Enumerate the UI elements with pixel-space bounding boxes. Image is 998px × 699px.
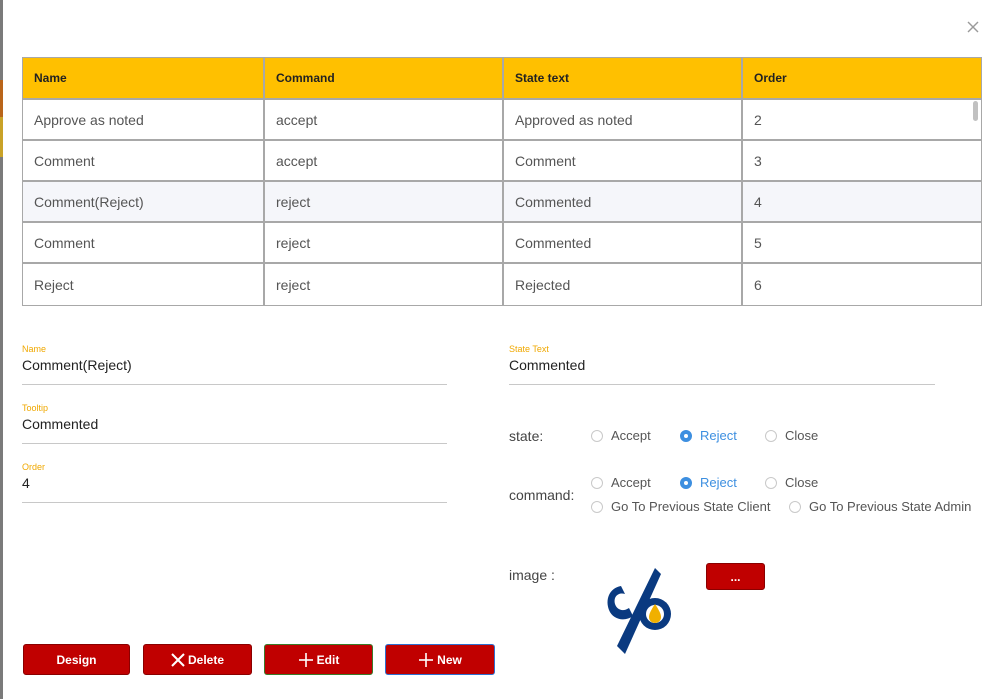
edit-button-label: Edit <box>316 652 340 667</box>
table-cell: 6 <box>754 276 762 293</box>
radio-label: Go To Previous State Admin <box>809 499 972 514</box>
table-cell: Rejected <box>504 264 743 305</box>
radio-label: Reject <box>700 475 737 490</box>
company-logo <box>603 566 675 656</box>
close-icon[interactable] <box>964 18 982 36</box>
state-label: state: <box>509 428 544 444</box>
radio-icon <box>765 476 777 489</box>
radio-selected-icon <box>680 429 692 442</box>
radio-icon <box>765 429 777 442</box>
table-cell: Comment <box>504 141 743 180</box>
radio-icon <box>591 500 603 513</box>
name-field-label: Name <box>22 344 47 354</box>
table-cell: accept <box>265 141 504 180</box>
radio-label: Close <box>785 428 819 443</box>
column-header-order[interactable]: Order <box>743 58 981 98</box>
name-field-value[interactable]: Comment(Reject) <box>22 357 447 373</box>
column-header-state-text[interactable]: State text <box>504 58 743 98</box>
edit-button[interactable]: Edit <box>264 644 373 675</box>
state-radio-close[interactable]: Close <box>765 428 818 443</box>
order-field[interactable]: Order 4 <box>22 462 447 503</box>
design-button[interactable]: Design <box>23 644 130 675</box>
table-cell: 5 <box>754 234 762 251</box>
order-field-label: Order <box>22 462 46 472</box>
table-cell: 3 <box>754 152 762 169</box>
new-button[interactable]: New <box>385 644 495 675</box>
command-label: command: <box>509 487 575 503</box>
command-radio-previous-admin[interactable]: Go To Previous State Admin <box>789 499 971 514</box>
x-icon <box>171 652 185 667</box>
table-cell: reject <box>265 264 504 305</box>
state-text-field-label: State Text <box>509 344 549 354</box>
state-radio-accept[interactable]: Accept <box>591 428 651 443</box>
table-cell: Comment <box>23 223 265 262</box>
plus-icon <box>419 652 434 667</box>
command-radio-previous-client[interactable]: Go To Previous State Client <box>591 499 770 514</box>
underlying-window-edge-accent <box>0 80 3 117</box>
radio-icon <box>789 500 801 513</box>
browse-image-button[interactable]: ... <box>706 563 765 590</box>
table-cell: Reject <box>23 264 265 305</box>
underlying-window-edge-accent <box>0 117 3 157</box>
name-field[interactable]: Name Comment(Reject) <box>22 344 447 385</box>
states-table: Name Command State text Order Approve as… <box>22 57 982 306</box>
tooltip-field-value[interactable]: Commented <box>22 416 447 432</box>
table-cell: reject <box>265 223 504 262</box>
table-row[interactable]: Approve as noted accept Approved as note… <box>23 100 981 141</box>
radio-label: Accept <box>611 475 651 490</box>
design-button-label: Design <box>56 652 97 667</box>
radio-label: Go To Previous State Client <box>611 499 771 514</box>
table-cell: Approve as noted <box>23 100 265 139</box>
table-cell: Commented <box>504 223 743 262</box>
table-row[interactable]: Reject reject Rejected 6 <box>23 264 981 305</box>
radio-label: Close <box>785 475 819 490</box>
command-radio-close[interactable]: Close <box>765 475 818 490</box>
table-cell: 2 <box>754 111 762 128</box>
table-header: Name Command State text Order <box>23 58 981 100</box>
tooltip-field[interactable]: Tooltip Commented <box>22 403 447 444</box>
table-row-selected[interactable]: Comment(Reject) reject Commented 4 <box>23 182 981 223</box>
table-cell: accept <box>265 100 504 139</box>
radio-label: Accept <box>611 428 651 443</box>
table-cell: Approved as noted <box>504 100 743 139</box>
column-header-command[interactable]: Command <box>265 58 504 98</box>
table-scrollbar-thumb[interactable] <box>973 101 978 121</box>
table-cell: Comment <box>23 141 265 180</box>
table-cell: Commented <box>504 182 743 221</box>
order-field-value[interactable]: 4 <box>22 475 447 491</box>
radio-icon <box>591 429 603 442</box>
column-header-name[interactable]: Name <box>23 58 265 98</box>
command-radio-reject[interactable]: Reject <box>680 475 737 490</box>
table-row[interactable]: Comment reject Commented 5 <box>23 223 981 264</box>
plus-icon <box>298 652 313 667</box>
table-cell: reject <box>265 182 504 221</box>
state-text-field-value[interactable]: Commented <box>509 357 935 373</box>
radio-icon <box>591 476 603 489</box>
delete-button[interactable]: Delete <box>143 644 252 675</box>
table-cell: Comment(Reject) <box>23 182 265 221</box>
table-cell: 4 <box>754 193 762 210</box>
radio-selected-icon <box>680 476 692 489</box>
table-row[interactable]: Comment accept Comment 3 <box>23 141 981 182</box>
image-label: image : <box>509 567 555 583</box>
tooltip-field-label: Tooltip <box>22 403 49 413</box>
command-radio-accept[interactable]: Accept <box>591 475 651 490</box>
radio-label: Reject <box>700 428 737 443</box>
state-radio-reject[interactable]: Reject <box>680 428 737 443</box>
new-button-label: New <box>437 652 462 667</box>
delete-button-label: Delete <box>187 652 225 667</box>
state-text-field[interactable]: State Text Commented <box>509 344 935 385</box>
